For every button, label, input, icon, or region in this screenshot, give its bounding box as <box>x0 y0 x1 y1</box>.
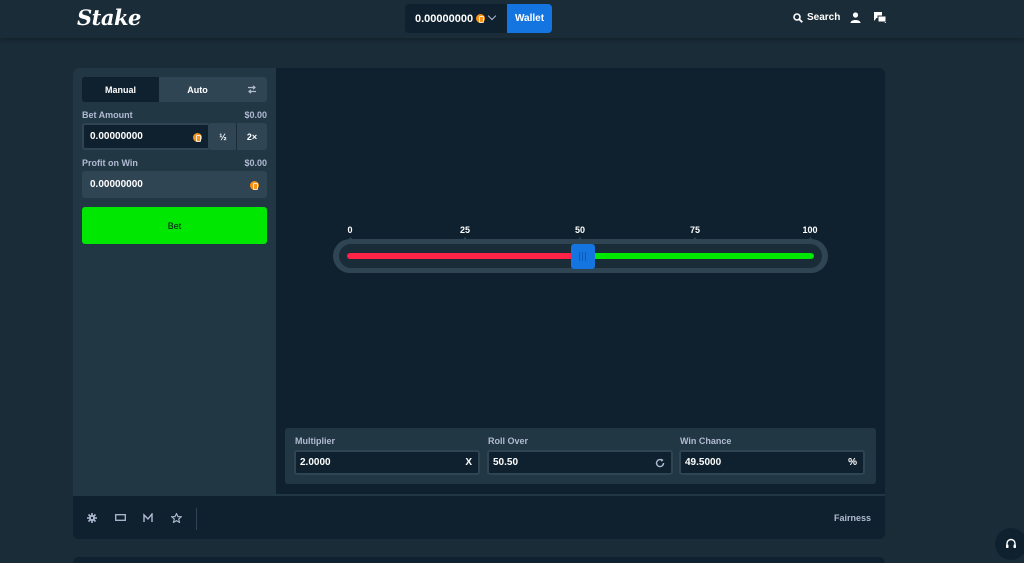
theatre-mode-icon[interactable] <box>115 513 126 522</box>
bet-amount-label-row: Bet Amount $0.00 <box>82 110 267 120</box>
btc-coin-icon <box>250 181 259 190</box>
multiplier-input[interactable]: 2.0000 X <box>294 450 480 475</box>
tick-label: 75 <box>689 225 701 235</box>
multiplier-value: 2.0000 <box>300 457 331 468</box>
headset-icon <box>1006 538 1016 548</box>
footer-divider <box>196 508 197 530</box>
stats-icon[interactable] <box>143 513 154 523</box>
win-chance-stat: Win Chance 49.5000 % <box>679 436 865 475</box>
game-footer: Fairness <box>73 494 885 539</box>
multiplier-label: Multiplier <box>295 436 335 446</box>
win-range-bar <box>582 253 814 259</box>
profit-label: Profit on Win <box>82 158 138 168</box>
lower-panel <box>73 557 885 563</box>
double-bet-button[interactable]: 2× <box>237 123 267 150</box>
dice-game: Manual Auto Bet Amount $0.00 0.00000000 … <box>73 68 885 539</box>
search-button[interactable]: Search <box>793 12 840 23</box>
roll-over-label: Roll Over <box>488 436 529 446</box>
btc-coin-icon <box>476 14 486 23</box>
tab-manual[interactable]: Manual <box>82 77 159 102</box>
bet-sidebar: Manual Auto Bet Amount $0.00 0.00000000 … <box>73 68 276 494</box>
bet-amount-value: 0.00000000 <box>90 131 143 142</box>
tick-label: 25 <box>459 225 471 235</box>
fairness-link[interactable]: Fairness <box>834 513 871 523</box>
win-chance-suffix: % <box>848 457 857 468</box>
tick-label: 50 <box>574 225 586 235</box>
user-icon[interactable] <box>850 12 861 23</box>
refresh-icon[interactable] <box>655 458 665 468</box>
search-label: Search <box>807 12 841 23</box>
search-icon <box>793 12 803 23</box>
wallet-button[interactable]: Wallet <box>507 4 552 33</box>
lose-range-bar <box>347 253 583 259</box>
settings-icon[interactable] <box>87 513 97 523</box>
balance-selector[interactable]: 0.00000000 <box>405 4 507 33</box>
bet-amount-label: Bet Amount <box>82 110 133 120</box>
profit-field: 0.00000000 <box>82 171 267 198</box>
half-bet-button[interactable]: ½ <box>210 123 237 150</box>
favourite-star-icon[interactable] <box>171 513 182 523</box>
profit-label-row: Profit on Win $0.00 <box>82 158 267 168</box>
roll-over-input[interactable]: 50.50 <box>487 450 673 475</box>
slider-handle[interactable] <box>570 244 595 269</box>
roll-over-stat: Roll Over 50.50 <box>487 436 673 475</box>
win-chance-value: 49.5000 <box>685 457 722 468</box>
multiplier-suffix: X <box>465 457 472 468</box>
swap-icon <box>247 85 256 94</box>
tick-label: 0 <box>347 225 353 235</box>
tab-auto[interactable]: Auto <box>159 77 236 102</box>
btc-coin-icon <box>193 133 202 142</box>
bet-amount-input[interactable]: 0.00000000 <box>82 123 210 150</box>
swap-mode-button[interactable] <box>236 77 267 102</box>
stake-logo[interactable]: Stake <box>77 5 141 30</box>
chat-icon[interactable] <box>874 12 886 23</box>
balance-amount: 0.00000000 <box>415 12 474 25</box>
tick-label: 100 <box>802 225 818 235</box>
profit-usd: $0.00 <box>244 158 267 168</box>
win-chance-label: Win Chance <box>680 436 732 446</box>
chevron-down-icon <box>487 11 497 21</box>
bet-button[interactable]: Bet <box>82 207 267 244</box>
bet-amount-usd: $0.00 <box>244 110 267 120</box>
profit-value: 0.00000000 <box>90 179 143 190</box>
top-header: Stake 0.00000000 Wallet Search <box>0 0 1024 38</box>
live-support-button[interactable] <box>995 528 1024 560</box>
win-chance-input[interactable]: 49.5000 % <box>679 450 865 475</box>
bet-mode-tabs: Manual Auto <box>82 77 267 102</box>
multiplier-stat: Multiplier 2.0000 X <box>294 436 480 475</box>
roll-over-value: 50.50 <box>493 457 519 468</box>
stats-panel: Multiplier 2.0000 X Roll Over 50.50 Win … <box>285 428 876 484</box>
